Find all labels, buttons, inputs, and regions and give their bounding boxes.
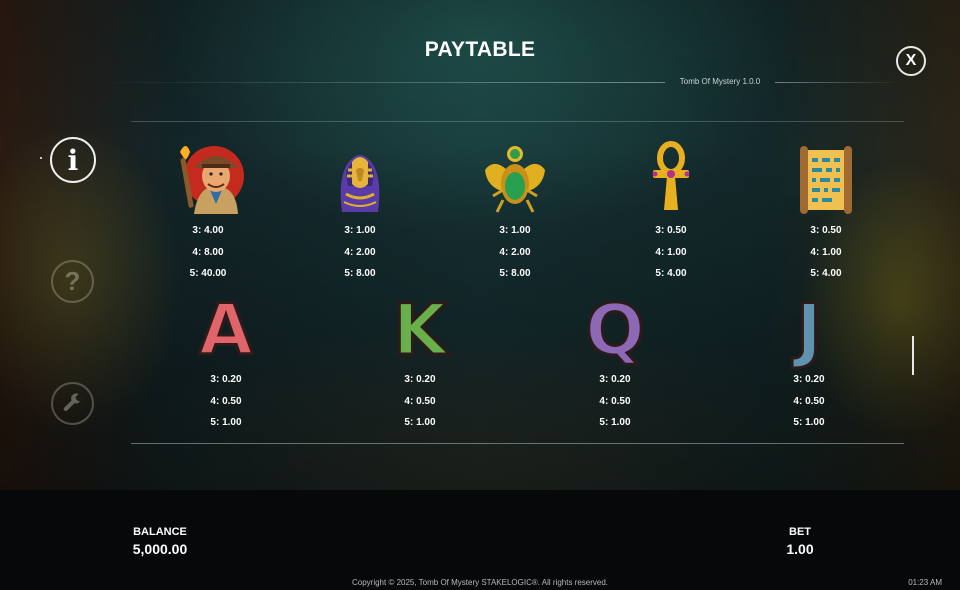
pay-4: 4: 0.50 [210, 395, 242, 407]
pay-3: 3: 1.00 [344, 225, 376, 236]
pay-5: 5: 4.00 [655, 268, 687, 279]
paytable-screen: PAYTABLE Tomb Of Mystery 1.0.0 X i ? 3: … [0, 0, 960, 490]
wrench-icon [63, 392, 81, 411]
pay-3: 3: 4.00 [192, 225, 224, 236]
settings-tab-button[interactable] [51, 382, 94, 425]
pay-3: 3: 0.20 [404, 374, 436, 385]
paytable-values: 3: 0.50 4: 1.00 5: 4.00 [621, 220, 721, 285]
ankh-icon [652, 141, 690, 210]
letter-j-icon: J [794, 289, 823, 372]
letter-a-icon: A [197, 289, 254, 372]
panel-top-divider [131, 121, 904, 122]
pay-4: 4: 1.00 [810, 246, 842, 258]
pay-5: 5: 1.00 [404, 417, 436, 428]
info-tab-button[interactable]: i [50, 137, 96, 183]
pay-5: 5: 8.00 [499, 268, 531, 279]
scroll-icon [800, 146, 852, 214]
paytable-values: 3: 1.00 4: 2.00 5: 8.00 [310, 220, 410, 285]
pay-5: 5: 4.00 [810, 268, 842, 279]
header-divider-right [775, 82, 900, 83]
paytable-values: 3: 0.20 4: 0.50 5: 1.00 [176, 369, 276, 434]
pay-4: 4: 2.00 [499, 246, 531, 258]
pay-3: 3: 0.20 [793, 374, 825, 385]
pay-3: 3: 0.20 [599, 374, 631, 385]
paytable-values: 3: 0.20 4: 0.50 5: 1.00 [565, 369, 665, 434]
clock: 01:23 AM [908, 578, 942, 587]
close-icon: X [905, 52, 917, 69]
pay-3: 3: 1.00 [499, 225, 531, 236]
pay-3: 3: 0.50 [810, 225, 842, 236]
pay-5: 5: 8.00 [344, 268, 376, 279]
pay-4: 4: 8.00 [192, 246, 224, 258]
close-button[interactable]: X [896, 46, 926, 76]
info-icon: i [67, 143, 79, 177]
paytable-values: 3: 0.50 4: 1.00 5: 4.00 [776, 220, 876, 285]
scarab-icon [485, 146, 545, 213]
page-title: PAYTABLE [424, 38, 536, 61]
header-divider-left [95, 82, 665, 83]
pay-4: 4: 1.00 [655, 246, 687, 258]
active-indicator-dot [40, 157, 42, 159]
pay-4: 4: 0.50 [599, 395, 631, 407]
pay-5: 5: 1.00 [793, 417, 825, 428]
letter-k-icon: K [391, 289, 448, 372]
pharaoh-sarcophagus-icon [340, 155, 380, 212]
pay-3: 3: 0.20 [210, 374, 242, 385]
paytable-values: 3: 0.20 4: 0.50 5: 1.00 [370, 369, 470, 434]
help-tab-button[interactable]: ? [51, 260, 94, 303]
pay-3: 3: 0.50 [655, 225, 687, 236]
paytable-values: 3: 1.00 4: 2.00 5: 8.00 [465, 220, 565, 285]
paytable-values: 3: 0.20 4: 0.50 5: 1.00 [759, 369, 859, 434]
copyright-text: Copyright © 2025, Tomb Of Mystery STAKEL… [351, 578, 609, 587]
pay-4: 4: 2.00 [344, 246, 376, 258]
paytable-values: 3: 4.00 4: 8.00 5: 40.00 [158, 220, 258, 285]
balance-value: 5,000.00 [132, 541, 188, 557]
pay-5: 5: 1.00 [210, 417, 242, 428]
pay-4: 4: 0.50 [793, 395, 825, 407]
pay-5: 5: 40.00 [189, 268, 227, 279]
letter-q-icon: Q [584, 289, 647, 372]
scrollbar-thumb[interactable] [912, 336, 914, 375]
pay-4: 4: 0.50 [404, 395, 436, 407]
bet-value: 1.00 [786, 541, 814, 557]
explorer-icon [180, 146, 244, 214]
panel-bottom-divider [131, 443, 904, 444]
pay-5: 5: 1.00 [599, 417, 631, 428]
bet-label: BET [789, 526, 811, 538]
bottom-bar: BALANCE 5,000.00 BET 1.00 Copyright © 20… [0, 490, 960, 590]
question-icon: ? [64, 266, 81, 296]
version-label: Tomb Of Mystery 1.0.0 [679, 77, 761, 86]
balance-label: BALANCE [133, 526, 187, 538]
